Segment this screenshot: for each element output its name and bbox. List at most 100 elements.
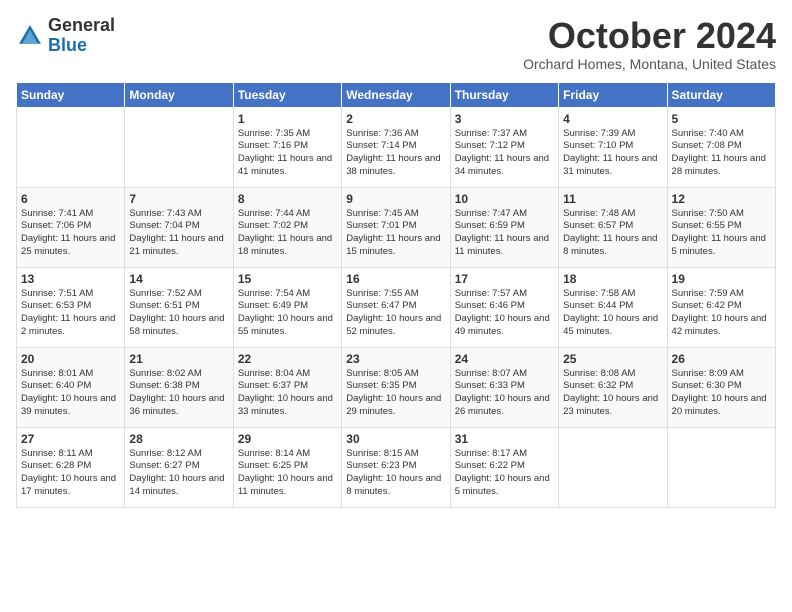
calendar-cell: 30 Sunrise: 8:15 AMSunset: 6:23 PMDayligh…: [342, 427, 450, 507]
day-info: Sunrise: 8:05 AMSunset: 6:35 PMDaylight:…: [346, 368, 445, 419]
day-number: 17: [455, 272, 554, 286]
day-number: 27: [21, 432, 120, 446]
day-number: 22: [238, 352, 337, 366]
calendar-cell: 18 Sunrise: 7:58 AMSunset: 6:44 PMDayligh…: [559, 267, 667, 347]
week-row-5: 27 Sunrise: 8:11 AMSunset: 6:28 PMDayligh…: [17, 427, 776, 507]
day-info: Sunrise: 8:04 AMSunset: 6:37 PMDaylight:…: [238, 368, 337, 419]
day-number: 30: [346, 432, 445, 446]
location: Orchard Homes, Montana, United States: [523, 56, 776, 72]
day-info: Sunrise: 7:58 AMSunset: 6:44 PMDaylight:…: [563, 288, 662, 339]
day-info: Sunrise: 8:12 AMSunset: 6:27 PMDaylight:…: [129, 448, 228, 499]
day-info: Sunrise: 7:44 AMSunset: 7:02 PMDaylight:…: [238, 208, 337, 259]
calendar-cell: 26 Sunrise: 8:09 AMSunset: 6:30 PMDayligh…: [667, 347, 775, 427]
day-number: 16: [346, 272, 445, 286]
day-number: 20: [21, 352, 120, 366]
title-block: October 2024 Orchard Homes, Montana, Uni…: [523, 16, 776, 72]
day-number: 8: [238, 192, 337, 206]
day-info: Sunrise: 8:01 AMSunset: 6:40 PMDaylight:…: [21, 368, 120, 419]
calendar-cell: 22 Sunrise: 8:04 AMSunset: 6:37 PMDayligh…: [233, 347, 341, 427]
calendar-cell: 4Sunrise: 7:39 AMSunset: 7:10 PMDaylight…: [559, 107, 667, 187]
calendar-cell: 13Sunrise: 7:51 AMSunset: 6:53 PMDayligh…: [17, 267, 125, 347]
day-info: Sunrise: 8:07 AMSunset: 6:33 PMDaylight:…: [455, 368, 554, 419]
day-header-friday: Friday: [559, 82, 667, 107]
day-number: 21: [129, 352, 228, 366]
calendar-cell: 11 Sunrise: 7:48 AMSunset: 6:57 PMDayligh…: [559, 187, 667, 267]
week-row-2: 6 Sunrise: 7:41 AMSunset: 7:06 PMDaylight…: [17, 187, 776, 267]
calendar-cell: 23 Sunrise: 8:05 AMSunset: 6:35 PMDayligh…: [342, 347, 450, 427]
day-info: Sunrise: 7:51 AMSunset: 6:53 PMDaylight:…: [21, 288, 120, 339]
day-header-saturday: Saturday: [667, 82, 775, 107]
calendar-cell: [667, 427, 775, 507]
day-number: 19: [672, 272, 771, 286]
day-number: 10: [455, 192, 554, 206]
day-number: 11: [563, 192, 662, 206]
calendar-cell: 27 Sunrise: 8:11 AMSunset: 6:28 PMDayligh…: [17, 427, 125, 507]
day-info: Sunrise: 7:48 AMSunset: 6:57 PMDaylight:…: [563, 208, 662, 259]
day-info: Sunrise: 7:50 AMSunset: 6:55 PMDaylight:…: [672, 208, 771, 259]
day-info: Sunrise: 8:02 AMSunset: 6:38 PMDaylight:…: [129, 368, 228, 419]
day-info: Sunrise: 8:11 AMSunset: 6:28 PMDaylight:…: [21, 448, 120, 499]
day-number: 12: [672, 192, 771, 206]
calendar-cell: 17 Sunrise: 7:57 AMSunset: 6:46 PMDayligh…: [450, 267, 558, 347]
logo-general: General: [48, 15, 115, 35]
day-info: Sunrise: 7:45 AMSunset: 7:01 PMDaylight:…: [346, 208, 445, 259]
calendar-cell: 10Sunrise: 7:47 AMSunset: 6:59 PMDayligh…: [450, 187, 558, 267]
day-info: Sunrise: 8:15 AMSunset: 6:23 PMDaylight:…: [346, 448, 445, 499]
month-title: October 2024: [523, 16, 776, 56]
calendar-cell: 28 Sunrise: 8:12 AMSunset: 6:27 PMDayligh…: [125, 427, 233, 507]
day-info: Sunrise: 8:14 AMSunset: 6:25 PMDaylight:…: [238, 448, 337, 499]
calendar-cell: 25Sunrise: 8:08 AMSunset: 6:32 PMDayligh…: [559, 347, 667, 427]
calendar-cell: 12 Sunrise: 7:50 AMSunset: 6:55 PMDayligh…: [667, 187, 775, 267]
calendar-cell: 24 Sunrise: 8:07 AMSunset: 6:33 PMDayligh…: [450, 347, 558, 427]
calendar-table: SundayMondayTuesdayWednesdayThursdayFrid…: [16, 82, 776, 508]
day-number: 18: [563, 272, 662, 286]
day-info: Sunrise: 7:36 AMSunset: 7:14 PMDaylight:…: [346, 128, 445, 179]
calendar-cell: 19Sunrise: 7:59 AMSunset: 6:42 PMDayligh…: [667, 267, 775, 347]
logo-icon: [16, 22, 44, 50]
day-info: Sunrise: 7:52 AMSunset: 6:51 PMDaylight:…: [129, 288, 228, 339]
day-info: Sunrise: 8:17 AMSunset: 6:22 PMDaylight:…: [455, 448, 554, 499]
day-number: 31: [455, 432, 554, 446]
calendar-cell: 7Sunrise: 7:43 AMSunset: 7:04 PMDaylight…: [125, 187, 233, 267]
day-number: 26: [672, 352, 771, 366]
calendar-cell: 5 Sunrise: 7:40 AMSunset: 7:08 PMDaylight…: [667, 107, 775, 187]
day-info: Sunrise: 7:37 AMSunset: 7:12 PMDaylight:…: [455, 128, 554, 179]
logo-blue: Blue: [48, 35, 87, 55]
calendar-cell: 21 Sunrise: 8:02 AMSunset: 6:38 PMDayligh…: [125, 347, 233, 427]
day-info: Sunrise: 7:35 AMSunset: 7:16 PMDaylight:…: [238, 128, 337, 179]
calendar-cell: 9Sunrise: 7:45 AMSunset: 7:01 PMDaylight…: [342, 187, 450, 267]
calendar-cell: [125, 107, 233, 187]
day-header-sunday: Sunday: [17, 82, 125, 107]
calendar-cell: 29 Sunrise: 8:14 AMSunset: 6:25 PMDayligh…: [233, 427, 341, 507]
day-number: 24: [455, 352, 554, 366]
day-info: Sunrise: 7:40 AMSunset: 7:08 PMDaylight:…: [672, 128, 771, 179]
calendar-cell: 2Sunrise: 7:36 AMSunset: 7:14 PMDaylight…: [342, 107, 450, 187]
day-info: Sunrise: 7:57 AMSunset: 6:46 PMDaylight:…: [455, 288, 554, 339]
day-number: 29: [238, 432, 337, 446]
calendar-cell: 6 Sunrise: 7:41 AMSunset: 7:06 PMDaylight…: [17, 187, 125, 267]
day-number: 28: [129, 432, 228, 446]
calendar-cell: [559, 427, 667, 507]
day-header-monday: Monday: [125, 82, 233, 107]
calendar-cell: 20 Sunrise: 8:01 AMSunset: 6:40 PMDayligh…: [17, 347, 125, 427]
calendar-cell: 14 Sunrise: 7:52 AMSunset: 6:51 PMDayligh…: [125, 267, 233, 347]
day-number: 23: [346, 352, 445, 366]
day-info: Sunrise: 7:55 AMSunset: 6:47 PMDaylight:…: [346, 288, 445, 339]
calendar-cell: 31 Sunrise: 8:17 AMSunset: 6:22 PMDayligh…: [450, 427, 558, 507]
day-number: 5: [672, 112, 771, 126]
day-number: 1: [238, 112, 337, 126]
week-row-3: 13Sunrise: 7:51 AMSunset: 6:53 PMDayligh…: [17, 267, 776, 347]
day-number: 6: [21, 192, 120, 206]
logo-text: General Blue: [48, 16, 115, 56]
calendar-cell: 16 Sunrise: 7:55 AMSunset: 6:47 PMDayligh…: [342, 267, 450, 347]
day-number: 14: [129, 272, 228, 286]
calendar-cell: 1 Sunrise: 7:35 AMSunset: 7:16 PMDaylight…: [233, 107, 341, 187]
calendar-cell: [17, 107, 125, 187]
day-info: Sunrise: 7:54 AMSunset: 6:49 PMDaylight:…: [238, 288, 337, 339]
calendar-cell: 8 Sunrise: 7:44 AMSunset: 7:02 PMDaylight…: [233, 187, 341, 267]
day-info: Sunrise: 8:09 AMSunset: 6:30 PMDaylight:…: [672, 368, 771, 419]
week-row-4: 20 Sunrise: 8:01 AMSunset: 6:40 PMDayligh…: [17, 347, 776, 427]
day-info: Sunrise: 7:39 AMSunset: 7:10 PMDaylight:…: [563, 128, 662, 179]
logo: General Blue: [16, 16, 115, 56]
day-info: Sunrise: 7:41 AMSunset: 7:06 PMDaylight:…: [21, 208, 120, 259]
